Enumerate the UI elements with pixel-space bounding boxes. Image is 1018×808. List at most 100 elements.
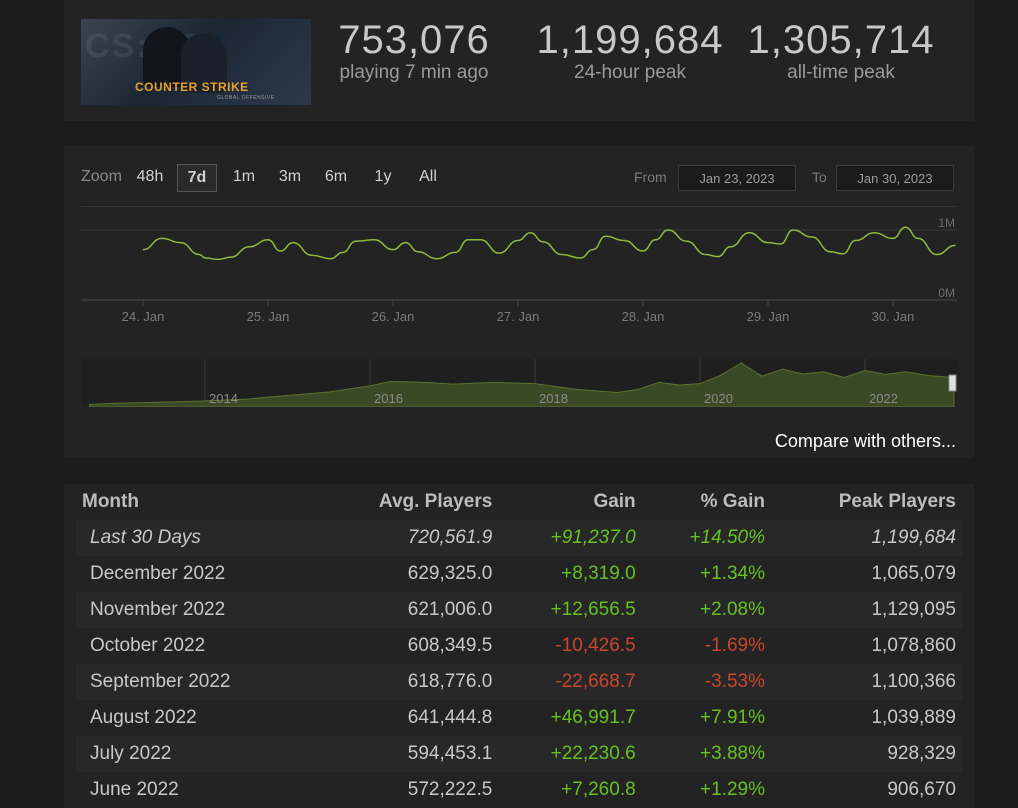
zoom-3m-button[interactable]: 3m [275, 164, 305, 190]
peak-players-cell: 1,065,079 [871, 563, 956, 584]
gain-cell: -22,668.7 [498, 664, 642, 700]
monthly-table-panel: Month Avg. Players Gain % Gain Peak Play… [64, 484, 974, 808]
table-row: August 2022 641,444.8 +46,991.7 +7.91% 1… [76, 700, 962, 736]
x-tick-label: 24. Jan [122, 309, 165, 324]
avg-players-cell: 629,325.0 [407, 563, 493, 584]
zoom-6m-button[interactable]: 6m [321, 164, 351, 190]
pct-gain-cell: -1.69% [704, 635, 765, 656]
gain-cell: +91,237.0 [498, 520, 642, 556]
logo-subtext: GLOBAL OFFENSIVE [217, 95, 275, 101]
x-tick-label: 25. Jan [247, 309, 290, 324]
avg-players-cell: 618,776.0 [313, 664, 499, 700]
col-avg-players-header[interactable]: Avg. Players [313, 484, 498, 520]
gain-cell: -10,426.5 [555, 635, 636, 656]
gain-cell: +22,230.6 [498, 736, 642, 772]
zoom-1y-button[interactable]: 1y [369, 164, 397, 190]
table-row: November 2022 621,006.0 +12,656.5 +2.08%… [76, 592, 962, 628]
peak-players-cell: 1,039,889 [871, 707, 956, 728]
from-label: From [634, 169, 667, 185]
table-header-row: Month Avg. Players Gain % Gain Peak Play… [76, 484, 962, 520]
y-tick-label: 0M [938, 286, 955, 300]
navigator-year-label: 2014 [209, 391, 238, 406]
game-logo: CS:GO COUNTER STRIKE GLOBAL OFFENSIVE [81, 19, 311, 105]
month-cell: November 2022 [76, 592, 314, 628]
zoom-48h-button[interactable]: 48h [131, 164, 169, 190]
table-row: July 2022 594,453.1 +22,230.6 +3.88% 928… [76, 736, 962, 772]
table-row: December 2022 629,325.0 +8,319.0 +1.34% … [76, 556, 962, 592]
navigator-year-label: 2022 [869, 391, 898, 406]
x-tick-label: 26. Jan [372, 309, 415, 324]
avg-players-cell: 641,444.8 [407, 707, 493, 728]
logo-text: COUNTER STRIKE [135, 80, 249, 94]
monthly-stats-table: Month Avg. Players Gain % Gain Peak Play… [76, 484, 962, 808]
avg-players-cell: 720,561.9 [313, 520, 499, 556]
pct-gain-cell: +1.29% [700, 779, 765, 800]
peak-24h-stat: 1,199,684 24-hour peak [532, 18, 728, 84]
x-tick-label: 29. Jan [747, 309, 790, 324]
player-count-line [142, 226, 956, 261]
gain-cell: +12,656.5 [498, 592, 642, 628]
zoom-label: Zoom [81, 168, 122, 185]
col-peak-players-header[interactable]: Peak Players [771, 484, 962, 520]
zoom-all-button[interactable]: All [413, 164, 443, 190]
zoom-1m-button[interactable]: 1m [229, 164, 259, 190]
peak-24h-value: 1,199,684 [536, 18, 724, 62]
stats-header: CS:GO COUNTER STRIKE GLOBAL OFFENSIVE 75… [64, 0, 974, 121]
from-date-input[interactable] [678, 165, 796, 191]
gain-cell: +46,991.7 [550, 707, 636, 728]
pct-gain-cell: -3.53% [641, 664, 771, 700]
month-cell: July 2022 [76, 736, 314, 772]
peak-players-cell: 1,129,095 [771, 592, 962, 628]
avg-players-cell: 608,349.5 [407, 635, 493, 656]
current-players-value: 753,076 [338, 18, 490, 62]
table-row: September 2022 618,776.0 -22,668.7 -3.53… [76, 664, 962, 700]
table-row: Last 30 Days 720,561.9 +91,237.0 +14.50%… [76, 520, 962, 556]
navigator-year-label: 2020 [704, 391, 733, 406]
month-cell: Last 30 Days [76, 520, 314, 556]
current-players-stat: 753,076 playing 7 min ago [334, 18, 494, 84]
peak-players-cell: 1,078,860 [871, 635, 956, 656]
chart-panel: Zoom 48h 7d 1m 3m 6m 1y All From To 1M 0… [64, 146, 974, 458]
peak-players-cell: 928,329 [771, 736, 962, 772]
pct-gain-cell: +1.34% [700, 563, 765, 584]
month-cell: October 2022 [90, 635, 206, 656]
peak-alltime-label: all-time peak [787, 62, 895, 83]
peak-alltime-stat: 1,305,714 all-time peak [746, 18, 936, 84]
peak-24h-label: 24-hour peak [574, 62, 686, 83]
peak-players-cell: 1,199,684 [771, 520, 962, 556]
table-row: June 2022 572,222.5 +7,260.8 +1.29% 906,… [76, 772, 962, 808]
gain-cell: +7,260.8 [561, 779, 636, 800]
avg-players-cell: 594,453.1 [313, 736, 499, 772]
pct-gain-cell: +3.88% [641, 736, 771, 772]
col-month-header[interactable]: Month [76, 484, 313, 520]
x-tick-label: 30. Jan [872, 309, 915, 324]
current-players-label: playing 7 min ago [339, 62, 489, 83]
avg-players-cell: 621,006.0 [313, 592, 499, 628]
pct-gain-cell: +7.91% [700, 707, 765, 728]
col-gain-header[interactable]: Gain [498, 484, 641, 520]
x-tick-label: 27. Jan [497, 309, 540, 324]
compare-link[interactable]: Compare with others... [775, 431, 956, 452]
y-tick-label: 1M [938, 216, 955, 230]
x-tick-label: 28. Jan [622, 309, 665, 324]
peak-players-cell: 1,100,366 [771, 664, 962, 700]
month-cell: September 2022 [76, 664, 314, 700]
month-cell: August 2022 [90, 707, 197, 728]
pct-gain-cell: +2.08% [641, 592, 771, 628]
table-row: October 2022 608,349.5 -10,426.5 -1.69% … [76, 628, 962, 664]
navigator-year-label: 2016 [374, 391, 403, 406]
zoom-7d-button[interactable]: 7d [177, 164, 217, 192]
gain-cell: +8,319.0 [561, 563, 636, 584]
to-label: To [812, 169, 827, 185]
navigator-handle[interactable] [948, 374, 957, 392]
navigator-year-label: 2018 [539, 391, 568, 406]
pct-gain-cell: +14.50% [641, 520, 771, 556]
peak-players-cell: 906,670 [887, 779, 956, 800]
navigator-chart[interactable]: 2014 2016 2018 2020 2022 [81, 359, 957, 407]
avg-players-cell: 572,222.5 [407, 779, 493, 800]
month-cell: June 2022 [90, 779, 179, 800]
to-date-input[interactable] [836, 165, 954, 191]
player-count-chart[interactable]: 1M 0M 24. Jan 25. Jan 26. Jan 27. Jan 28. Ja… [81, 206, 957, 338]
col-pct-gain-header[interactable]: % Gain [642, 484, 771, 520]
month-cell: December 2022 [90, 563, 226, 584]
